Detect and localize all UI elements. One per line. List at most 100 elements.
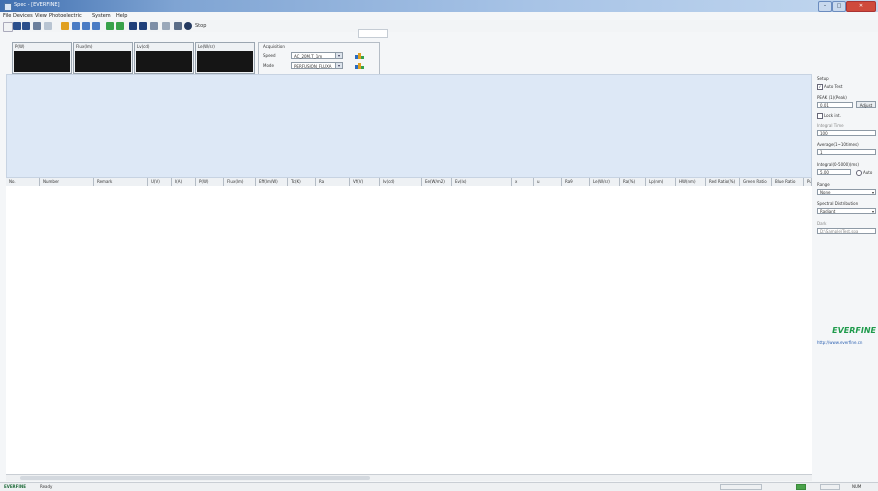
column-header[interactable]: Ra9 <box>562 178 590 186</box>
column-header[interactable]: Vf(V) <box>350 178 380 186</box>
column-header[interactable]: u <box>534 178 562 186</box>
auto-test-checkbox[interactable]: ✓ <box>817 84 823 90</box>
spectral-mode-label: Spectral Distribution <box>817 201 859 206</box>
mode-config-icon[interactable] <box>355 62 364 69</box>
speed-select[interactable]: AC_20M.T_1m ▾ <box>291 52 343 59</box>
export-icon[interactable] <box>44 22 52 30</box>
column-header[interactable]: x <box>512 178 534 186</box>
meter-label: Lv(cd) <box>137 44 150 49</box>
stop-icon[interactable] <box>184 22 192 30</box>
column-header[interactable]: Iv(cd) <box>380 178 422 186</box>
column-header[interactable]: U(V) <box>148 178 172 186</box>
chevron-down-icon[interactable]: ▾ <box>872 190 874 196</box>
scrollbar-thumb[interactable] <box>20 476 370 480</box>
column-header[interactable]: Flux(lm) <box>224 178 256 186</box>
column-header[interactable]: Number <box>40 178 94 186</box>
meter-label: Flux(lm) <box>76 44 93 49</box>
minimize-button[interactable]: – <box>818 1 832 12</box>
brand-url-link[interactable]: http://www.everfine.cn <box>817 340 862 345</box>
calibrate-icon[interactable] <box>106 22 114 30</box>
integral-range-input[interactable]: 5.00 <box>817 169 851 175</box>
dark-icon[interactable] <box>116 22 124 30</box>
menu-photoelectric[interactable]: Photoelectric <box>49 13 82 19</box>
spectral-mode-select[interactable]: Radiant ▾ <box>817 208 876 214</box>
integral-time-input[interactable]: 100 <box>817 130 876 136</box>
column-header[interactable]: Red Ratio(%) <box>706 178 740 186</box>
print-icon[interactable] <box>33 22 41 30</box>
filter-icon[interactable] <box>162 22 170 30</box>
close-button[interactable]: ✕ <box>846 1 876 12</box>
column-header[interactable]: Pur <box>804 178 812 186</box>
column-header[interactable]: Ra(%) <box>620 178 646 186</box>
dark-file-input[interactable]: D:\Sample\Test.spa <box>817 228 876 234</box>
menu-view[interactable]: View <box>35 13 47 19</box>
menu-devices[interactable]: Devices <box>13 13 33 19</box>
horizontal-scrollbar[interactable] <box>6 474 812 481</box>
spectrum-icon[interactable] <box>72 22 80 30</box>
spectrum-graph[interactable] <box>6 74 812 178</box>
speed-config-icon[interactable] <box>355 52 364 59</box>
column-header[interactable]: HW(nm) <box>676 178 706 186</box>
column-header[interactable]: Ra <box>316 178 350 186</box>
integral-time-label: Integral Time <box>817 123 844 128</box>
meter-display <box>14 51 70 72</box>
setup-group-label: Setup <box>817 76 829 81</box>
peak-input[interactable]: 0.01 <box>817 102 853 108</box>
report-icon[interactable] <box>139 22 147 30</box>
auto-test-label: Auto Test <box>824 84 843 89</box>
meter-display <box>75 51 131 72</box>
save-icon[interactable] <box>22 22 30 30</box>
range-label: Range <box>817 182 830 187</box>
column-header[interactable]: No. <box>6 178 40 186</box>
maximize-button[interactable]: □ <box>832 1 846 12</box>
menu-help[interactable]: Help <box>116 13 127 19</box>
column-header[interactable]: Green Ratio <box>740 178 772 186</box>
column-header[interactable]: Remark <box>94 178 148 186</box>
new-icon[interactable] <box>3 22 13 32</box>
range-select[interactable]: None ▾ <box>817 189 876 195</box>
help-icon[interactable] <box>174 22 182 30</box>
mode-select[interactable]: PERFUSION_FLUXA ▾ <box>291 62 343 69</box>
settings-side-panel: Setup ✓ Auto Test PEAK (1)(Peak) 0.01 Ad… <box>815 74 878 474</box>
column-header[interactable]: Tc(K) <box>288 178 316 186</box>
mode-value: PERFUSION_FLUXA <box>294 64 332 69</box>
test-icon[interactable] <box>61 22 69 30</box>
stop-label[interactable]: Stop <box>195 23 206 29</box>
chevron-down-icon[interactable]: ▾ <box>872 209 874 215</box>
meter-display <box>136 51 192 72</box>
spectral-mode-value: Radiant <box>820 209 836 214</box>
speed-label: Speed <box>263 53 276 58</box>
menu-system[interactable]: System <box>92 13 111 19</box>
column-header[interactable]: Le(W/sr) <box>590 178 620 186</box>
chevron-down-icon[interactable]: ▾ <box>335 63 342 68</box>
column-header[interactable]: Ev(lx) <box>452 178 512 186</box>
auto-radio-label: Auto <box>863 170 873 175</box>
toolbar: Stop <box>0 20 878 32</box>
connection-icon <box>796 484 806 490</box>
column-header[interactable]: Ee(W/m2) <box>422 178 452 186</box>
settings-icon[interactable] <box>129 22 137 30</box>
chevron-down-icon[interactable]: ▾ <box>335 53 342 58</box>
menu-file[interactable]: File <box>3 13 11 19</box>
column-header[interactable]: Eff(lm/W) <box>256 178 288 186</box>
meter-label: Le(W/sr) <box>198 44 215 49</box>
cri-icon[interactable] <box>92 22 100 30</box>
column-header[interactable]: I(A) <box>172 178 196 186</box>
range-value: None <box>820 190 831 195</box>
column-header[interactable]: Blue Ratio <box>772 178 804 186</box>
results-table-body[interactable] <box>6 186 812 474</box>
lock-int-checkbox[interactable] <box>817 113 823 119</box>
open-icon[interactable] <box>13 22 21 30</box>
average-input[interactable]: 1 <box>817 149 876 155</box>
acquisition-group-label: Acquisition <box>263 44 285 49</box>
database-icon[interactable] <box>150 22 158 30</box>
acquisition-group: Acquisition Speed AC_20M.T_1m ▾ Mode PER… <box>258 42 380 76</box>
auto-radio[interactable] <box>856 170 862 176</box>
column-header[interactable]: P(W) <box>196 178 224 186</box>
integral-range-label: Integral(0-5000)(ms) <box>817 162 859 167</box>
status-cell <box>720 484 762 490</box>
adjust-button[interactable]: Adjust <box>856 101 876 108</box>
chromaticity-icon[interactable] <box>82 22 90 30</box>
column-header[interactable]: Lp(nm) <box>646 178 676 186</box>
window-title: Spec - [EVERFINE] <box>14 2 60 8</box>
